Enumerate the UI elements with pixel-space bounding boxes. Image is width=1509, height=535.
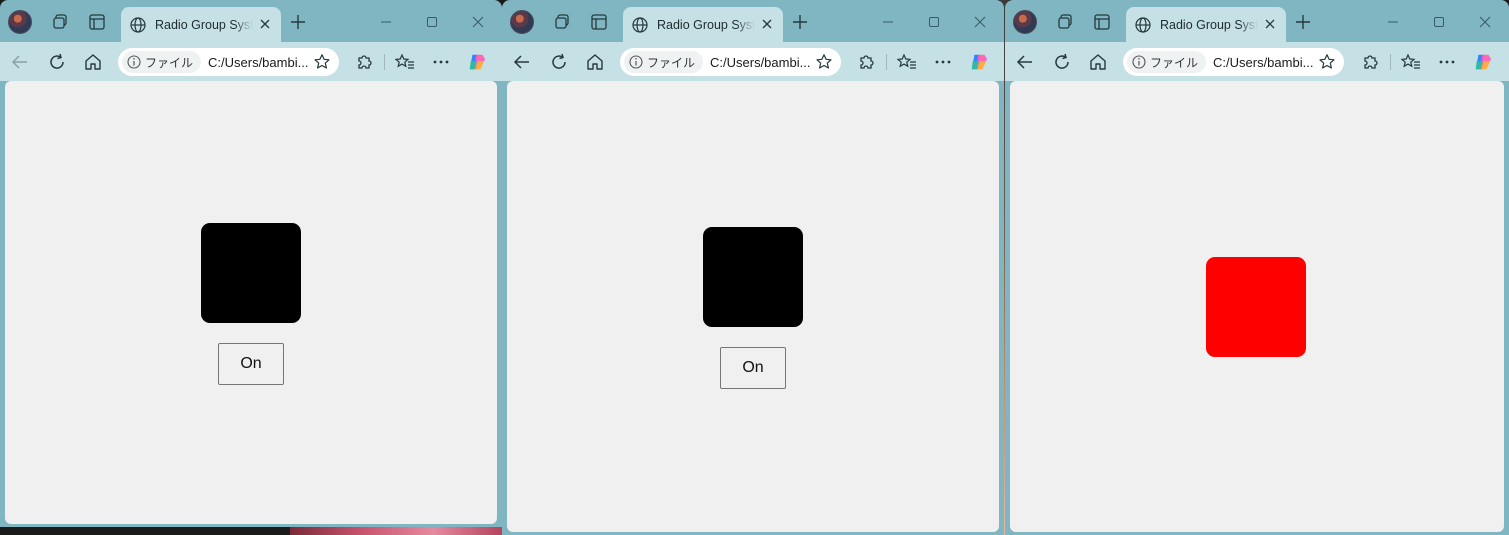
address-bar[interactable]: ファイル C:/Users/bambi...: [620, 48, 841, 76]
back-arrow-icon[interactable]: [1015, 52, 1035, 72]
more-icon[interactable]: [1437, 52, 1457, 72]
puzzle-icon[interactable]: [354, 52, 374, 72]
tab-actions-icon[interactable]: [88, 13, 106, 31]
address-chip-label: ファイル: [145, 55, 194, 70]
address-bar[interactable]: ファイル C:/Users/bambi...: [1123, 48, 1344, 76]
address-chip-label: ファイル: [647, 55, 696, 70]
workspaces-icon[interactable]: [52, 13, 70, 31]
close-window-icon[interactable]: [469, 13, 487, 31]
minimize-icon[interactable]: [879, 13, 897, 31]
browser-window-2: Radio Group System: [502, 0, 1004, 535]
indicator-square: [703, 227, 803, 327]
page-content: [1010, 81, 1504, 532]
indicator-square: [201, 223, 301, 323]
minimize-icon[interactable]: [377, 13, 395, 31]
url-text: C:/Users/bambi...: [1213, 54, 1314, 70]
star-icon[interactable]: [1318, 53, 1336, 71]
address-bar[interactable]: ファイル C:/Users/bambi...: [118, 48, 339, 76]
home-icon[interactable]: [1088, 52, 1108, 72]
back-arrow-icon[interactable]: [10, 52, 30, 72]
new-tab-plus-icon[interactable]: [1294, 13, 1312, 31]
on-button[interactable]: On: [720, 347, 786, 389]
maximize-icon[interactable]: [925, 13, 943, 31]
tab-actions-icon[interactable]: [1093, 13, 1111, 31]
more-icon[interactable]: [431, 52, 451, 72]
address-chip-label: ファイル: [1150, 55, 1199, 70]
home-icon[interactable]: [83, 52, 103, 72]
new-tab-plus-icon[interactable]: [791, 13, 809, 31]
site-info-chip[interactable]: ファイル: [1127, 51, 1207, 73]
info-icon: [127, 55, 141, 69]
toolbar-separator: [886, 54, 887, 70]
profile-avatar[interactable]: [1013, 10, 1037, 34]
refresh-icon[interactable]: [1052, 52, 1072, 72]
tab-actions-icon[interactable]: [590, 13, 608, 31]
globe-icon: [631, 16, 649, 34]
tab-active[interactable]: Radio Group System: [121, 7, 281, 42]
on-button[interactable]: On: [218, 343, 284, 385]
workspaces-icon[interactable]: [1057, 13, 1075, 31]
minimize-icon[interactable]: [1384, 13, 1402, 31]
close-window-icon[interactable]: [1476, 13, 1494, 31]
puzzle-icon[interactable]: [1360, 52, 1380, 72]
refresh-icon[interactable]: [549, 52, 569, 72]
page-content: On: [5, 81, 497, 524]
close-window-icon[interactable]: [971, 13, 989, 31]
copilot-icon[interactable]: [1473, 52, 1493, 72]
home-icon[interactable]: [585, 52, 605, 72]
globe-icon: [1134, 16, 1152, 34]
globe-icon: [129, 16, 147, 34]
copilot-icon[interactable]: [467, 52, 487, 72]
maximize-icon[interactable]: [423, 13, 441, 31]
info-icon: [1132, 55, 1146, 69]
title-bar[interactable]: Radio Group System: [1005, 0, 1509, 42]
back-arrow-icon[interactable]: [512, 52, 532, 72]
puzzle-icon[interactable]: [856, 52, 876, 72]
more-icon[interactable]: [933, 52, 953, 72]
url-text: C:/Users/bambi...: [208, 54, 309, 70]
title-bar[interactable]: Radio Group System: [502, 0, 1004, 42]
toolbar-separator: [384, 54, 385, 70]
tab-title: Radio Group System: [155, 17, 253, 32]
navigation-toolbar: ファイル C:/Users/bambi...: [0, 42, 502, 81]
tab-active[interactable]: Radio Group System: [1126, 7, 1286, 42]
star-icon[interactable]: [815, 53, 833, 71]
tab-close-icon[interactable]: [257, 16, 273, 32]
tab-close-icon[interactable]: [1262, 16, 1278, 32]
copilot-icon[interactable]: [969, 52, 989, 72]
profile-avatar[interactable]: [8, 10, 32, 34]
star-icon[interactable]: [313, 53, 331, 71]
desktop-background: [290, 526, 505, 535]
maximize-icon[interactable]: [1430, 13, 1448, 31]
workspaces-icon[interactable]: [554, 13, 572, 31]
profile-avatar[interactable]: [510, 10, 534, 34]
browser-window-1: Radio Group System: [0, 0, 502, 527]
favorites-icon[interactable]: [1401, 52, 1421, 72]
tab-active[interactable]: Radio Group System: [623, 7, 783, 42]
tab-title: Radio Group System: [657, 17, 755, 32]
page-content: On: [507, 81, 999, 532]
refresh-icon[interactable]: [47, 52, 67, 72]
favorites-icon[interactable]: [897, 52, 917, 72]
indicator-square: [1206, 257, 1306, 357]
site-info-chip[interactable]: ファイル: [122, 51, 202, 73]
new-tab-plus-icon[interactable]: [289, 13, 307, 31]
info-icon: [629, 55, 643, 69]
favorites-icon[interactable]: [395, 52, 415, 72]
toolbar-separator: [1390, 54, 1391, 70]
navigation-toolbar: ファイル C:/Users/bambi...: [502, 42, 1004, 81]
navigation-toolbar: ファイル C:/Users/bambi...: [1005, 42, 1509, 81]
tab-close-icon[interactable]: [759, 16, 775, 32]
title-bar[interactable]: Radio Group System: [0, 0, 502, 42]
url-text: C:/Users/bambi...: [710, 54, 811, 70]
tab-title: Radio Group System: [1160, 17, 1258, 32]
browser-window-3: Radio Group System: [1005, 0, 1509, 535]
site-info-chip[interactable]: ファイル: [624, 51, 704, 73]
